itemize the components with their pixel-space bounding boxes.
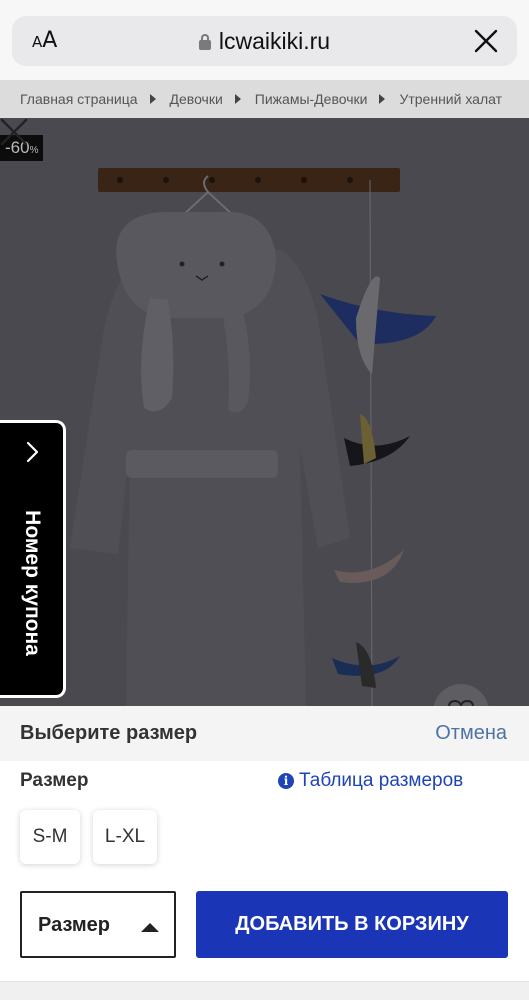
size-sheet-body: Размер i Таблица размеров S-M L-XL Размер… [0,761,529,981]
chevron-right-icon [149,94,156,104]
close-icon[interactable] [473,28,499,54]
chevron-right-icon [26,441,39,463]
size-sheet-header: Выберите размер Отмена [0,706,529,761]
size-option-l-xl[interactable]: L-XL [93,810,157,864]
size-sheet-title: Выберите размер [20,722,198,744]
breadcrumb-item-pajamas[interactable]: Пижамы-Девочки [255,91,368,107]
size-table-label: Таблица размеров [299,770,464,791]
size-label: Размер [20,770,89,791]
url-text: lcwaikiki.ru [218,28,331,54]
close-icon[interactable] [0,118,28,146]
url-bar[interactable]: AA lcwaikiki.ru [12,16,517,66]
breadcrumb-item-girls[interactable]: Девочки [170,91,223,107]
size-table-link[interactable]: i Таблица размеров [278,770,463,792]
bottom-toolbar [0,981,529,1000]
coupon-tab-label: Номер купона [20,510,44,656]
breadcrumb: Главная страница Девочки Пижамы-Девочки Утр… [0,80,529,118]
size-dropdown[interactable]: Размер [20,891,176,958]
browser-address-bar: AA lcwaikiki.ru [0,0,529,80]
coupon-tab[interactable]: Номер купона [0,420,66,698]
add-to-cart-button[interactable]: ДОБАВИТЬ В КОРЗИНУ [196,891,508,958]
caret-up-icon [141,923,159,932]
chevron-right-icon [234,94,241,104]
cancel-button[interactable]: Отмена [435,722,507,745]
breadcrumb-item-home[interactable]: Главная страница [20,91,138,107]
size-dropdown-label: Размер [38,914,111,936]
bathrobe-photo [0,118,529,706]
info-icon: i [278,773,294,789]
product-image[interactable]: -60% [0,118,529,706]
breadcrumb-item-current: Утренний халат [399,91,503,107]
size-option-s-m[interactable]: S-M [20,810,80,864]
url-display[interactable]: lcwaikiki.ru [12,28,517,55]
chevron-right-icon [379,94,386,104]
heart-icon[interactable] [433,684,489,706]
lock-icon [198,34,211,50]
